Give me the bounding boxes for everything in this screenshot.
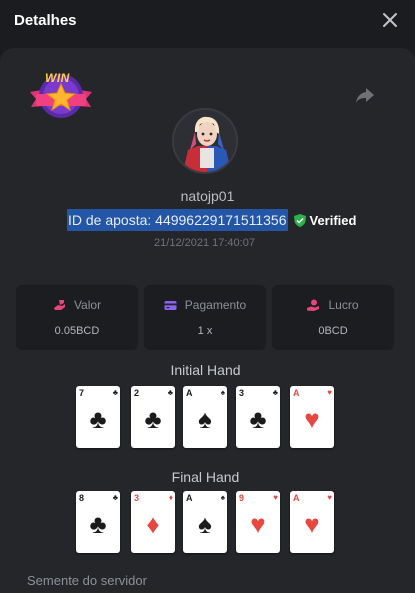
card-rank: A	[186, 388, 193, 398]
playing-card: 2 ♣ ♣	[131, 386, 175, 448]
card-rank: A	[293, 493, 300, 503]
card-payment-icon	[164, 300, 177, 310]
card-suit-small: ♥	[327, 388, 332, 397]
card-suit-small: ♥	[327, 493, 332, 502]
card-suit-icon: ♠	[198, 404, 212, 434]
card-rank: 8	[79, 493, 85, 503]
card-rank: 9	[239, 493, 245, 503]
card-rank: 3	[134, 493, 140, 503]
server-seed-label: Semente do servidor	[27, 573, 147, 588]
card-suit-small: ♣	[112, 388, 118, 397]
close-button[interactable]	[381, 11, 399, 29]
card-suit-icon: ♥	[304, 509, 320, 539]
close-icon	[383, 13, 397, 27]
card-suit-small: ♣	[112, 493, 118, 502]
verified-badge: Verified	[293, 212, 357, 228]
card-suit-icon: ♠	[198, 509, 212, 539]
card-suit-icon: ♣	[144, 404, 162, 434]
stat-value-pagamento: 1 x	[197, 325, 213, 337]
playing-card: A ♠ ♠	[183, 491, 227, 553]
stat-label-pagamento: Pagamento	[184, 298, 247, 312]
bet-id[interactable]: ID de aposta: 44996229171511356	[67, 209, 288, 231]
win-badge	[28, 70, 94, 122]
card-suit-icon: ♣	[89, 404, 107, 434]
stat-label-lucro: Lucro	[328, 298, 359, 312]
playing-card: 3 ♦ ♦	[131, 491, 175, 553]
avatar	[172, 108, 238, 174]
card-suit-icon: ♦	[146, 509, 160, 539]
username: natojp01	[180, 188, 235, 204]
share-button[interactable]	[355, 86, 375, 104]
initial-hand-title: Initial Hand	[170, 362, 241, 378]
card-rank: 2	[134, 388, 140, 398]
card-suit-icon: ♣	[89, 509, 107, 539]
stat-pagamento: Pagamento 1 x	[144, 285, 266, 350]
playing-card: A ♠ ♠	[183, 386, 227, 448]
playing-card: 7 ♣ ♣	[76, 386, 120, 448]
bet-id-row: ID de aposta: 44996229171511356 Verified	[67, 209, 356, 231]
card-suit-small: ♥	[273, 493, 278, 502]
final-hand-title: Final Hand	[171, 469, 240, 485]
stat-valor: Valor 0.05BCD	[16, 285, 138, 350]
stat-label-valor: Valor	[73, 298, 102, 312]
card-rank: A	[293, 388, 300, 398]
stat-value-valor: 0.05BCD	[54, 325, 100, 337]
card-suit-small: ♣	[272, 388, 278, 397]
dialog-header: Detalhes	[0, 0, 415, 42]
bet-timestamp: 21/12/2021 17:40:07	[154, 237, 255, 249]
card-suit-small: ♣	[167, 388, 173, 397]
shield-check-icon	[293, 213, 306, 227]
playing-card: 8 ♣ ♣	[76, 491, 120, 553]
playing-card: 9 ♥ ♥	[236, 491, 280, 553]
card-rank: A	[186, 493, 193, 503]
playing-card: A ♥ ♥	[290, 491, 334, 553]
card-rank: 3	[239, 388, 245, 398]
card-suit-icon: ♣	[249, 404, 267, 434]
card-suit-small: ♠	[220, 493, 225, 502]
stat-lucro: Lucro 0BCD	[272, 285, 394, 350]
share-arrow-icon	[356, 88, 374, 103]
playing-card: 3 ♣ ♣	[236, 386, 280, 448]
coin-hand-icon	[53, 299, 65, 310]
card-suit-small: ♠	[220, 388, 225, 397]
playing-card: A ♥ ♥	[290, 386, 334, 448]
stat-value-lucro: 0BCD	[318, 325, 348, 337]
card-suit-small: ♦	[168, 493, 173, 502]
dialog-title: Detalhes	[14, 12, 77, 29]
card-suit-icon: ♥	[304, 404, 320, 434]
verified-label: Verified	[309, 212, 357, 228]
hand-coin-icon	[307, 299, 320, 311]
card-suit-icon: ♥	[250, 509, 266, 539]
card-rank: 7	[79, 388, 85, 398]
